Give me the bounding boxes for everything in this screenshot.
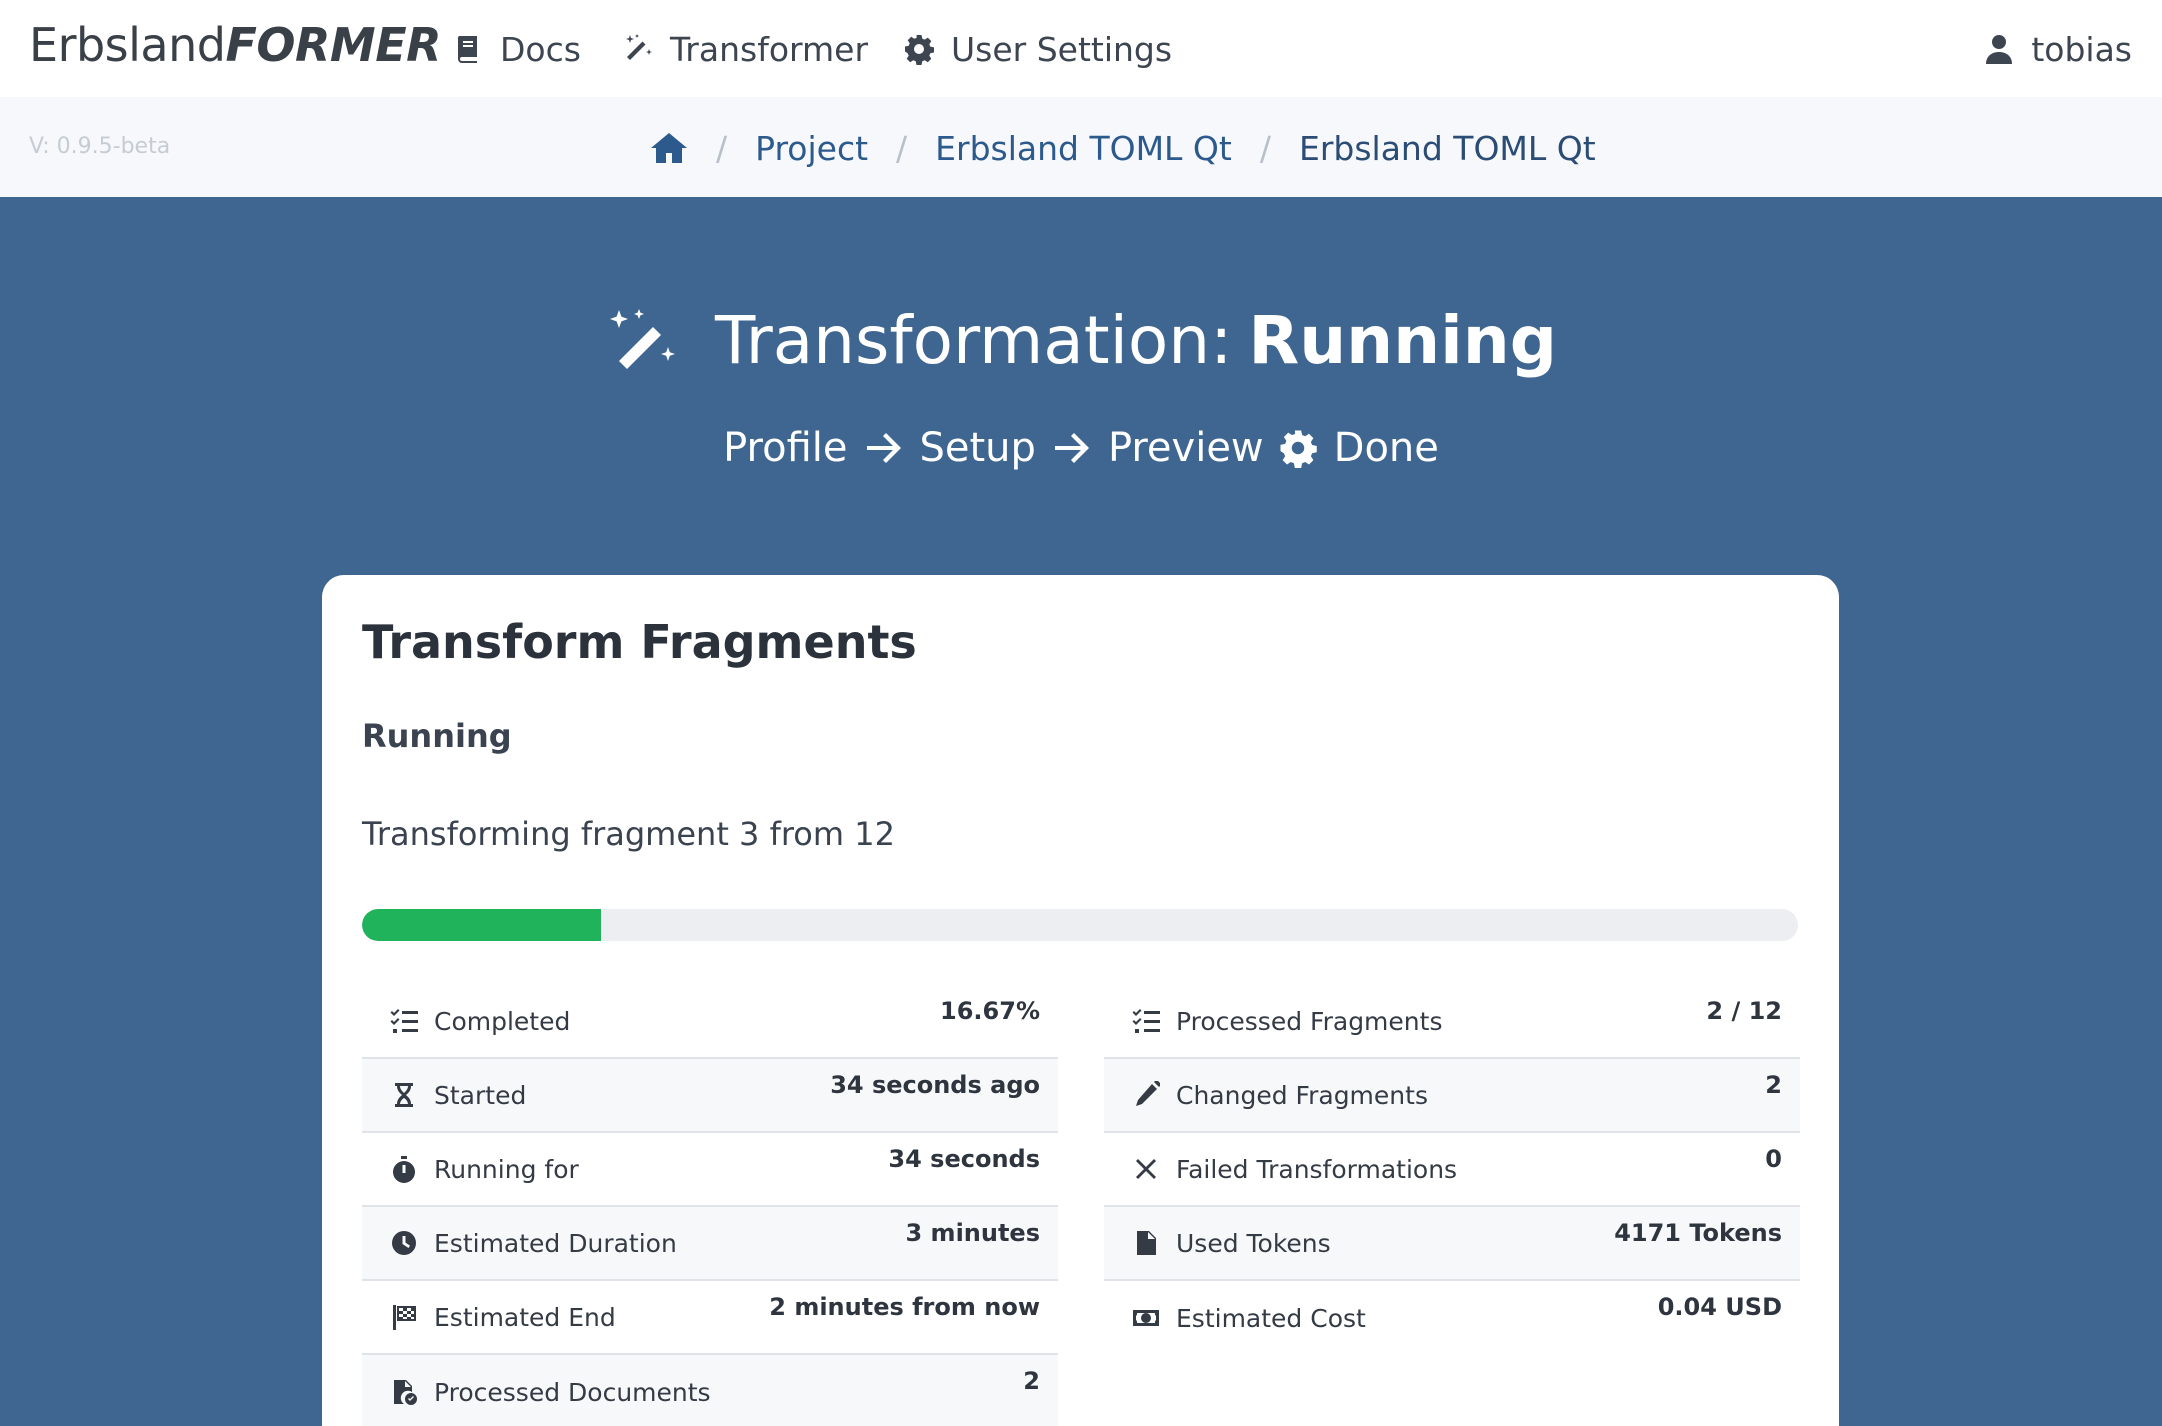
stat-value: 34 seconds ago: [830, 1071, 1040, 1099]
transform-card: Transform Fragments Running Transforming…: [322, 575, 1839, 1426]
breadcrumb-home[interactable]: [650, 131, 688, 165]
stat-row: Processed Fragments 2 / 12: [1104, 985, 1800, 1059]
breadcrumb-separator: /: [896, 128, 908, 168]
clock-icon: [392, 1231, 416, 1255]
file-check-icon: [394, 1380, 417, 1405]
nav-docs-link[interactable]: Docs: [452, 24, 581, 74]
breadcrumb-separator: /: [716, 128, 728, 168]
breadcrumb: / Project / Erbsland TOML Qt / Erbsland …: [650, 122, 1596, 174]
progress-bar-fill: [362, 909, 602, 941]
stat-row: Estimated Cost 0.04 USD: [1104, 1281, 1800, 1355]
stat-row: Processed Documents 2: [362, 1355, 1058, 1426]
brand-logo[interactable]: ErbslandFORMER: [29, 18, 442, 72]
progress-bar: [362, 909, 1798, 941]
stat-value: 2 / 12: [1706, 997, 1782, 1025]
card-title: Transform Fragments: [362, 615, 917, 669]
card-description: Transforming fragment 3 from 12: [362, 815, 895, 853]
user-name: tobias: [2031, 29, 2132, 69]
stat-row: Changed Fragments 2: [1104, 1059, 1800, 1133]
stat-label: Changed Fragments: [1176, 1080, 1428, 1110]
stat-row: Estimated End 2 minutes from now: [362, 1281, 1058, 1355]
step-profile: Profile: [723, 425, 848, 471]
hourglass-icon: [395, 1083, 413, 1107]
stat-value: 0.04 USD: [1657, 1293, 1782, 1321]
page-title-prefix: Transformation:: [714, 302, 1233, 379]
stat-value: 3 minutes: [905, 1219, 1041, 1247]
nav-transformer-link[interactable]: Transformer: [622, 24, 868, 74]
pencil-icon: [1136, 1081, 1160, 1106]
arrow-right-icon: [1054, 433, 1089, 463]
money-bill-icon: [1133, 1310, 1159, 1326]
page-title-status: Running: [1248, 302, 1558, 379]
breadcrumb-separator: /: [1259, 128, 1271, 168]
stat-row: Estimated Duration 3 minutes: [362, 1207, 1058, 1281]
file-icon: [1137, 1231, 1156, 1255]
page-title: Transformation: Running: [0, 302, 2162, 379]
book-icon: [457, 36, 477, 63]
stat-label: Estimated End: [434, 1302, 616, 1332]
top-navbar: ErbslandFORMER Docs Transformer User Set…: [0, 0, 2162, 97]
stat-row: Completed 16.67%: [362, 985, 1058, 1059]
stat-row: Used Tokens 4171 Tokens: [1104, 1207, 1800, 1281]
magic-wand-icon: [609, 308, 675, 369]
gear-icon: [1280, 430, 1317, 468]
breadcrumb-project[interactable]: Project: [755, 129, 868, 168]
checklist-icon: [1132, 1009, 1160, 1033]
card-status: Running: [362, 717, 512, 755]
step-setup: Setup: [919, 425, 1036, 471]
stopwatch-icon: [393, 1156, 415, 1183]
stats-list-right: Processed Fragments 2 / 12 Changed Fragmen…: [1104, 985, 1800, 1355]
stat-label: Running for: [434, 1154, 579, 1184]
magic-wand-icon: [626, 34, 652, 60]
stat-row: Started 34 seconds ago: [362, 1059, 1058, 1133]
stat-label: Failed Transformations: [1176, 1154, 1458, 1184]
breadcrumb-current: Erbsland TOML Qt: [1298, 128, 1596, 168]
step-preview: Preview: [1107, 425, 1264, 471]
stat-label: Estimated Duration: [434, 1228, 677, 1258]
stat-label: Processed Fragments: [1176, 1006, 1443, 1036]
stat-value: 2: [1765, 1071, 1782, 1099]
stat-value: 2: [1023, 1367, 1040, 1395]
stat-row: Failed Transformations 0: [1104, 1133, 1800, 1207]
checkered-flag-icon: [393, 1305, 416, 1330]
stat-value: 4171 Tokens: [1614, 1219, 1782, 1247]
version-label: V: 0.9.5-beta: [29, 134, 171, 159]
stat-label: Estimated Cost: [1176, 1303, 1366, 1333]
user-menu[interactable]: tobias: [1983, 24, 2132, 74]
gear-icon: [905, 35, 934, 65]
checklist-icon: [390, 1009, 418, 1033]
stat-label: Used Tokens: [1176, 1228, 1331, 1258]
user-icon: [1986, 35, 2013, 64]
stat-label: Started: [434, 1080, 527, 1110]
arrow-right-icon: [866, 433, 901, 463]
x-mark-icon: [1136, 1159, 1156, 1179]
home-icon: [651, 133, 687, 163]
stat-label: Processed Documents: [434, 1377, 711, 1407]
nav-transformer-label: Transformer: [670, 29, 869, 69]
nav-docs-label: Docs: [500, 29, 581, 69]
stat-value: 34 seconds: [888, 1145, 1040, 1173]
stat-label: Completed: [434, 1006, 571, 1036]
stat-row: Running for 34 seconds: [362, 1133, 1058, 1207]
nav-user-settings-label: User Settings: [951, 29, 1173, 69]
workflow-steps: Profile Setup Preview Done: [0, 425, 2162, 471]
nav-user-settings-link[interactable]: User Settings: [903, 24, 1172, 74]
breadcrumb-project-name[interactable]: Erbsland TOML Qt: [935, 129, 1232, 168]
step-done: Done: [1333, 425, 1439, 471]
stat-value: 0: [1765, 1145, 1782, 1173]
stat-value: 2 minutes from now: [769, 1293, 1040, 1321]
stat-value: 16.67%: [940, 997, 1040, 1025]
stats-list-left: Completed 16.67% Started 34 seconds ago Runn…: [362, 985, 1058, 1426]
